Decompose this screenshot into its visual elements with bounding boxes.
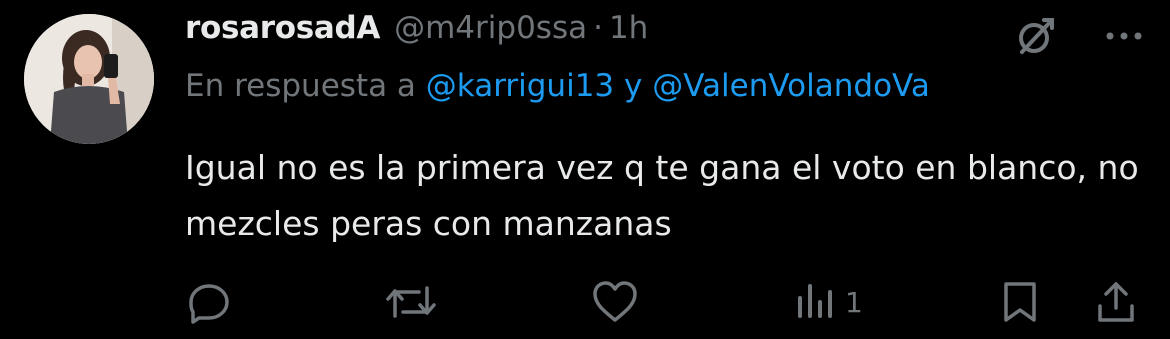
tweet-actions: 1 (185, 276, 1140, 328)
retweet-button[interactable] (385, 276, 437, 328)
reply-joiner: y (624, 68, 643, 104)
bookmark-button[interactable] (1000, 276, 1040, 328)
reply-prefix: En respuesta a (185, 68, 416, 104)
tweet-header: rosarosadA @m4rip0ssa · 1h (185, 10, 648, 54)
reply-mention-1[interactable]: @karrigui13 (426, 68, 614, 104)
more-icon[interactable] (1104, 26, 1144, 50)
reply-icon (189, 284, 229, 324)
grok-icon[interactable] (1014, 14, 1104, 62)
display-name[interactable]: rosarosadA (185, 10, 380, 46)
reply-context: En respuesta a @karrigui13 y @ValenVolan… (185, 68, 930, 104)
views-button[interactable]: 1 (795, 276, 863, 328)
like-button[interactable] (590, 276, 640, 328)
avatar-image (24, 14, 154, 144)
views-count: 1 (845, 285, 863, 319)
like-icon (593, 281, 637, 322)
reply-button[interactable] (185, 276, 233, 328)
user-handle[interactable]: @m4rip0ssa (394, 10, 587, 46)
share-icon (1098, 282, 1134, 322)
reply-mention-2[interactable]: @ValenVolandoVa (652, 68, 930, 104)
timestamp[interactable]: 1h (609, 10, 648, 46)
tweet-text: Igual no es la primera vez q te gana el … (185, 148, 1139, 243)
views-icon (798, 284, 832, 318)
bookmark-icon (1004, 282, 1036, 322)
retweet-icon (386, 286, 436, 318)
tweet-top-actions (1014, 14, 1144, 62)
tweet[interactable]: rosarosadA @m4rip0ssa · 1h En respuesta … (0, 0, 1170, 339)
share-button[interactable] (1095, 276, 1137, 328)
separator-dot: · (593, 10, 603, 46)
avatar[interactable] (24, 14, 154, 144)
